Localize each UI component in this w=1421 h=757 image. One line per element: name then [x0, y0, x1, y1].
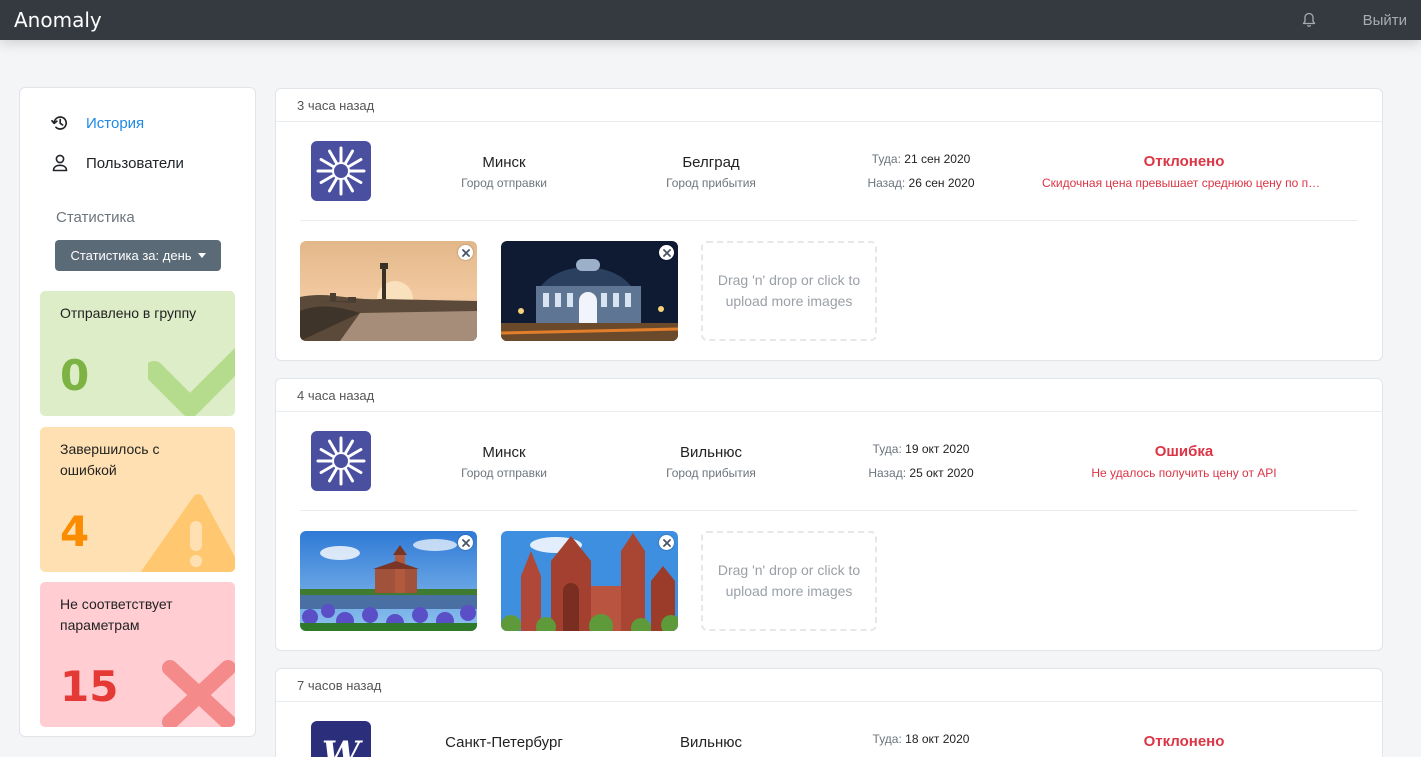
trip-dates: Туда: 18 окт 2020: [846, 727, 996, 751]
stat-label: Отправлено в группу: [60, 305, 197, 321]
card-divider: [300, 510, 1358, 511]
history-card: 7 часов назад W Санкт-Петербург Вильнюс …: [275, 668, 1383, 757]
stat-card-mismatch: Не соответствует параметрам 15: [40, 582, 235, 727]
image-dropzone[interactable]: Drag 'n' drop or click to upload more im…: [701, 531, 877, 631]
stat-value: 4: [60, 507, 90, 556]
trip-dates: Туда: 21 сен 2020 Назад: 26 сен 2020: [846, 147, 996, 195]
stat-card-sent: Отправлено в группу 0: [40, 291, 235, 416]
there-key: Туда:: [872, 732, 902, 746]
sidebar-item-users[interactable]: Пользователи: [51, 154, 184, 172]
status-block: Отклонено Скидочная цена превышает средн…: [1006, 153, 1362, 190]
remove-image-icon[interactable]: [659, 535, 674, 550]
back-date: 26 сен 2020: [908, 176, 975, 190]
user-icon: [51, 154, 69, 172]
departure-city: Минск Город отправки: [424, 444, 584, 480]
there-key: Туда:: [871, 152, 901, 166]
back-date: 25 окт 2020: [909, 466, 974, 480]
history-card: 4 часа назад Минск Город отправки Вильню…: [275, 378, 1383, 651]
cross-icon: [162, 660, 235, 727]
remove-image-icon[interactable]: [458, 535, 473, 550]
arrival-city-name: Вильнюс: [680, 734, 742, 751]
there-date: 19 окт 2020: [905, 442, 970, 456]
back-key: Назад:: [868, 466, 907, 480]
brand-logo[interactable]: Anomaly: [14, 8, 102, 32]
remove-image-icon[interactable]: [458, 245, 473, 260]
stats-period-label: Статистика за: день: [70, 248, 192, 263]
status-block: Ошибка Не удалось получить цену от API: [1006, 443, 1362, 480]
status-title: Отклонено: [1143, 153, 1225, 170]
trip-dates: Туда: 19 окт 2020 Назад: 25 окт 2020: [846, 437, 996, 485]
stats-heading: Статистика: [56, 209, 135, 226]
departure-caption: Город отправки: [461, 176, 547, 190]
stat-value: 15: [60, 662, 119, 711]
sidebar-item-history[interactable]: История: [51, 114, 144, 132]
there-key: Туда:: [872, 442, 902, 456]
cornflower-logo: [311, 431, 371, 491]
wizz-logo: W: [311, 721, 371, 757]
status-description: Не удалось получить цену от API: [1091, 466, 1277, 480]
arrival-city-name: Белград: [682, 154, 740, 171]
sidebar: История Пользователи Статистика Статисти…: [19, 87, 256, 737]
there-date: 18 окт 2020: [905, 732, 970, 746]
sidebar-item-label: Пользователи: [86, 154, 184, 172]
check-icon: [148, 347, 235, 416]
history-icon: [51, 114, 69, 132]
status-description: Скидочная цена превышает среднюю цену по…: [1042, 176, 1348, 190]
there-date: 21 сен 2020: [904, 152, 971, 166]
status-title: Отклонено: [1143, 733, 1225, 750]
arrival-city: Вильнюс: [631, 734, 791, 751]
cornflower-logo: [311, 141, 371, 201]
top-navbar: Anomaly Выйти: [0, 0, 1421, 40]
status-block: Отклонено: [1006, 733, 1362, 750]
departure-city-name: Минск: [482, 154, 526, 171]
card-timestamp: 3 часа назад: [276, 89, 1382, 122]
departure-city-name: Санкт-Петербург: [445, 734, 563, 751]
history-card: 3 часа назад Минск Город отправки Белгра…: [275, 88, 1383, 361]
arrival-city-name: Вильнюс: [680, 444, 742, 461]
bell-icon[interactable]: [1301, 11, 1317, 29]
departure-city-name: Минск: [482, 444, 526, 461]
belgrade-fortress-sunset-photo: [300, 241, 477, 341]
departure-city: Минск Город отправки: [424, 154, 584, 190]
vilnius-church-photo: [501, 531, 678, 631]
stats-period-dropdown[interactable]: Статистика за: день: [55, 240, 221, 271]
image-dropzone[interactable]: Drag 'n' drop or click to upload more im…: [701, 241, 877, 341]
stat-value: 0: [60, 351, 90, 400]
arrival-caption: Город прибытия: [666, 176, 756, 190]
arrival-city: Вильнюс Город прибытия: [631, 444, 791, 480]
svg-text:W: W: [322, 734, 363, 757]
back-key: Назад:: [867, 176, 906, 190]
stat-label: Завершилось с ошибкой: [60, 441, 160, 478]
stat-card-error: Завершилось с ошибкой 4: [40, 427, 235, 572]
chevron-down-icon: [197, 253, 206, 258]
status-title: Ошибка: [1154, 443, 1214, 460]
departure-caption: Город отправки: [461, 466, 547, 480]
stat-label: Не соответствует параметрам: [60, 596, 173, 633]
logout-link[interactable]: Выйти: [1363, 12, 1407, 29]
arrival-caption: Город прибытия: [666, 466, 756, 480]
card-divider: [300, 220, 1358, 221]
warning-icon: [141, 494, 235, 572]
remove-image-icon[interactable]: [659, 245, 674, 260]
card-timestamp: 4 часа назад: [276, 379, 1382, 412]
belgrade-building-night-photo: [501, 241, 678, 341]
sidebar-item-label: История: [86, 114, 145, 132]
card-timestamp: 7 часов назад: [276, 669, 1382, 702]
departure-city: Санкт-Петербург: [424, 734, 584, 751]
trakai-castle-photo: [300, 531, 477, 631]
arrival-city: Белград Город прибытия: [631, 154, 791, 190]
